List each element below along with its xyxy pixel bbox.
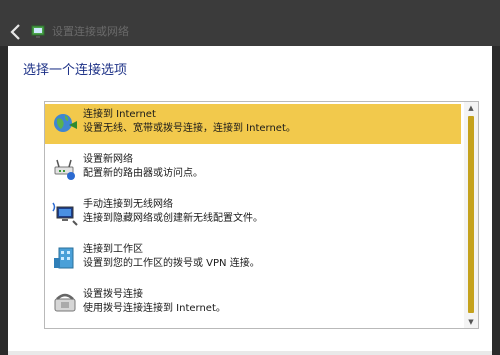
option-description: 使用拨号连接连接到 Internet。 [83,303,226,314]
dialog-content: 选择一个连接选项 连接到 Internet 设置无线、宽带或拨号连接，连接到 In… [8,46,492,355]
connection-option[interactable]: 设置新网络配置新的路由器或访问点。 [45,149,461,189]
option-title: 连接到工作区 [83,244,143,255]
workplace-building-icon [51,244,79,272]
dialup-phone-icon [51,289,79,317]
network-setup-icon [30,24,46,40]
option-description: 设置无线、宽带或拨号连接，连接到 Internet。 [83,123,296,134]
wireless-network-icon [51,199,79,227]
dialog-bottom-edge [8,351,492,355]
router-setup-icon [51,154,79,182]
connection-options-list: 连接到 Internet 设置无线、宽带或拨号连接，连接到 Internet。 设置… [44,101,479,329]
option-title: 连接到 Internet [83,109,156,120]
option-description: 设置到您的工作区的拨号或 VPN 连接。 [83,258,260,269]
option-description: 配置新的路由器或访问点。 [83,168,203,179]
connection-option[interactable]: 连接到工作区设置到您的工作区的拨号或 VPN 连接。 [45,239,461,279]
option-title: 设置拨号连接 [83,289,143,300]
option-description: 连接到隐藏网络或创建新无线配置文件。 [83,213,263,224]
option-title: 手动连接到无线网络 [83,199,173,210]
connection-option[interactable]: 设置拨号连接使用拨号连接连接到 Internet。 [45,284,461,324]
scroll-down-button[interactable]: ▼ [464,316,478,328]
title-bar: 设置连接或网络 [0,0,500,46]
option-title: 设置新网络 [83,154,133,165]
connection-option[interactable]: 连接到 Internet 设置无线、宽带或拨号连接，连接到 Internet。 [45,104,461,144]
scroll-thumb[interactable] [468,116,474,313]
scrollbar[interactable]: ▲ ▼ [464,102,478,328]
window-title: 设置连接或网络 [52,25,129,38]
scroll-up-button[interactable]: ▲ [464,102,478,114]
back-arrow-icon [10,24,20,40]
page-heading: 选择一个连接选项 [23,63,128,78]
internet-globe-icon [51,109,79,137]
connection-option[interactable]: 手动连接到无线网络连接到隐藏网络或创建新无线配置文件。 [45,194,461,234]
back-button[interactable] [6,22,26,42]
